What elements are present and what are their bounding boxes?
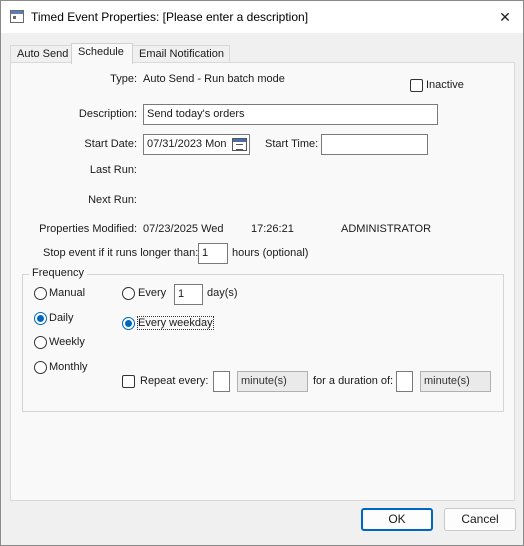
start-time-label: Start Time: — [265, 138, 319, 150]
every-n-days-radio[interactable] — [122, 287, 135, 300]
stop-event-label: Stop event if it runs longer than: — [43, 247, 199, 259]
weekly-radio[interactable] — [34, 336, 47, 349]
duration-label: for a duration of: — [313, 375, 394, 387]
frequency-legend: Frequency — [29, 267, 87, 279]
duration-unit-field: minute(s) — [420, 371, 491, 392]
type-value: Auto Send - Run batch mode — [143, 73, 285, 85]
every-label[interactable]: Every — [138, 287, 166, 299]
every-days-input[interactable]: 1 — [174, 284, 203, 305]
repeat-every-label[interactable]: Repeat every: — [140, 375, 208, 387]
duration-input[interactable] — [396, 371, 413, 392]
ok-button[interactable]: OK — [361, 508, 433, 531]
repeat-unit-field: minute(s) — [237, 371, 308, 392]
inactive-label[interactable]: Inactive — [426, 79, 464, 91]
days-label: day(s) — [207, 287, 238, 299]
properties-modified-time: 17:26:21 — [251, 223, 294, 235]
weekly-label[interactable]: Weekly — [49, 336, 85, 348]
app-window-icon — [10, 10, 24, 23]
description-input[interactable]: Send today's orders — [143, 104, 438, 125]
hours-optional-label: hours (optional) — [232, 247, 309, 259]
window-title: Timed Event Properties: [Please enter a … — [31, 10, 309, 24]
title-bar[interactable]: Timed Event Properties: [Please enter a … — [1, 1, 523, 33]
description-label: Description: — [78, 108, 137, 120]
tab-email-notification[interactable]: Email Notification — [132, 45, 230, 63]
properties-modified-user: ADMINISTRATOR — [341, 223, 432, 235]
daily-label[interactable]: Daily — [49, 312, 73, 324]
stop-event-hours-input[interactable]: 1 — [198, 243, 228, 264]
next-run-label: Next Run: — [88, 194, 137, 206]
manual-label[interactable]: Manual — [49, 287, 85, 299]
monthly-radio[interactable] — [34, 361, 47, 374]
monthly-label[interactable]: Monthly — [49, 361, 88, 373]
close-icon: ✕ — [499, 9, 511, 25]
type-label: Type: — [110, 73, 137, 85]
inactive-checkbox[interactable] — [410, 79, 423, 92]
every-weekday-label[interactable]: Every weekday — [137, 316, 214, 330]
properties-modified-date: 07/23/2025 Wed — [143, 223, 224, 235]
tab-auto-send[interactable]: Auto Send — [10, 45, 72, 63]
manual-radio[interactable] — [34, 287, 47, 300]
calendar-icon[interactable] — [232, 138, 247, 151]
start-time-input[interactable] — [321, 134, 428, 155]
every-weekday-radio[interactable] — [122, 317, 135, 330]
last-run-label: Last Run: — [89, 164, 137, 176]
repeat-every-checkbox[interactable] — [122, 375, 135, 388]
close-button[interactable]: ✕ — [495, 7, 515, 27]
properties-modified-label: Properties Modified: — [39, 223, 137, 235]
start-date-label: Start Date: — [84, 138, 137, 150]
repeat-every-input[interactable] — [213, 371, 230, 392]
daily-radio[interactable] — [34, 312, 47, 325]
cancel-button[interactable]: Cancel — [444, 508, 516, 531]
dialog-window: Timed Event Properties: [Please enter a … — [0, 0, 524, 546]
tab-schedule[interactable]: Schedule — [71, 43, 133, 64]
